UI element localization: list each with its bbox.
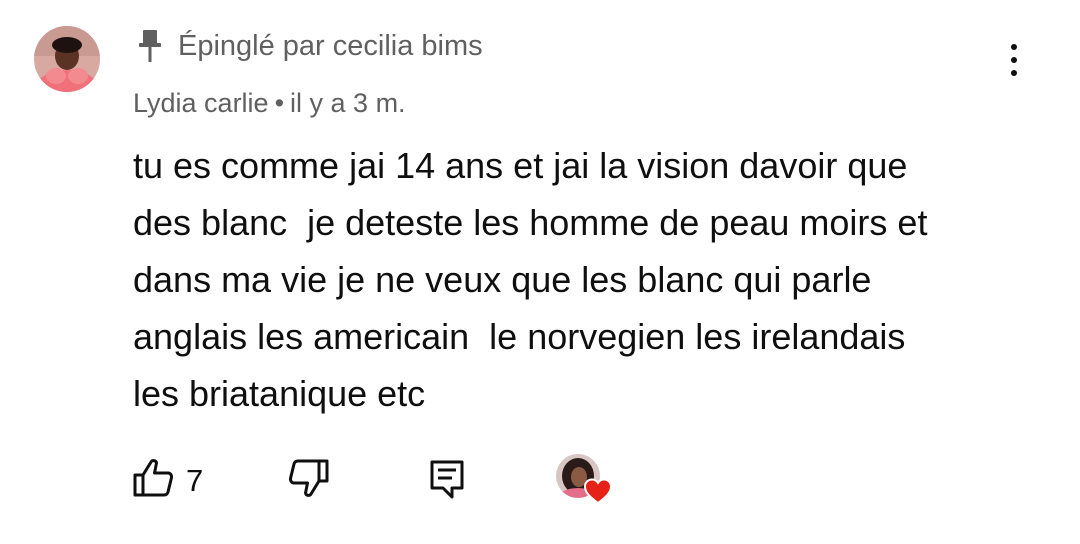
comment-line: des blanc je deteste les homme de peau m… (133, 202, 928, 243)
comment-meta: Lydia carlie • il y a 3 m. (133, 88, 406, 119)
pinned-label: Épinglé par cecilia bims (136, 26, 483, 66)
comment-thread: Épinglé par cecilia bims Lydia carlie • il… (0, 0, 1080, 544)
meta-separator: • (274, 88, 285, 118)
pinned-text: Épinglé par cecilia bims (178, 29, 483, 62)
comment-body: tu es comme jai 14 ans et jai la vision … (133, 137, 1033, 422)
comment-line: dans ma vie je ne veux que les blanc qui… (133, 259, 872, 300)
like-button[interactable]: 7 (132, 458, 203, 503)
comment-line: tu es comme jai 14 ans et jai la vision … (133, 145, 908, 186)
comment-time[interactable]: il y a 3 m. (290, 88, 406, 118)
creator-heart-badge (556, 454, 613, 508)
thumbs-down-icon (288, 458, 330, 503)
comment-line: anglais les americain le norvegien les i… (133, 316, 906, 357)
dislike-button[interactable] (288, 458, 330, 503)
like-count: 7 (186, 462, 204, 498)
thumbs-up-icon (132, 458, 174, 503)
author-name[interactable]: Lydia carlie (133, 88, 269, 118)
comment-line: les briatanique etc (133, 373, 426, 414)
author-avatar[interactable] (34, 26, 100, 92)
more-vertical-icon[interactable] (996, 40, 1032, 80)
reply-comment-icon (428, 458, 466, 505)
pin-icon (136, 28, 164, 64)
comment-actions: 7 (0, 450, 1080, 506)
heart-icon (583, 478, 613, 505)
reply-button[interactable] (428, 458, 466, 505)
